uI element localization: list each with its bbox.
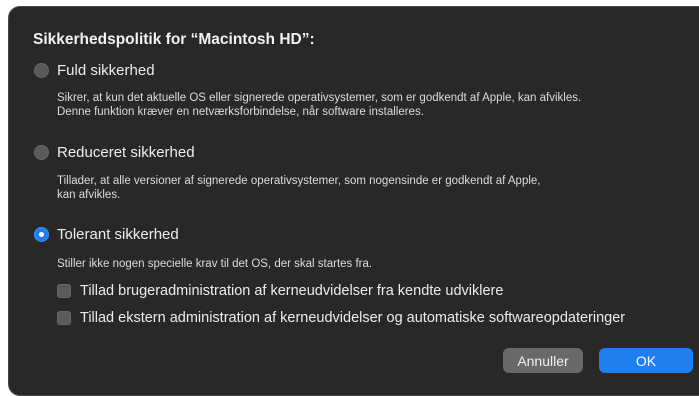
- full-security-description: Sikrer, at kun det aktuelle OS eller sig…: [57, 91, 581, 119]
- cancel-button[interactable]: Annuller: [503, 348, 583, 373]
- description-line: kan afvikles.: [57, 189, 121, 201]
- description-line: Sikrer, at kun det aktuelle OS eller sig…: [57, 92, 582, 104]
- description-line: Tillader, at alle versioner af signerede…: [57, 175, 541, 187]
- description-line: Stiller ikke nogen specielle krav til de…: [57, 258, 373, 270]
- checkbox-label: Tillad brugeradministration af kerneudvi…: [80, 283, 504, 299]
- radio-button-selected[interactable]: [34, 227, 49, 242]
- radio-permissive-security[interactable]: Tolerant sikkerhed: [34, 226, 179, 243]
- reduced-security-description: Tillader, at alle versioner af signerede…: [57, 174, 541, 202]
- checkbox[interactable]: [57, 284, 71, 298]
- checkbox-user-kext-management[interactable]: Tillad brugeradministration af kerneudvi…: [57, 283, 503, 299]
- security-policy-dialog: Sikkerhedspolitik for “Macintosh HD”: Fu…: [8, 6, 699, 396]
- radio-label: Tolerant sikkerhed: [57, 226, 179, 243]
- radio-button[interactable]: [34, 63, 49, 78]
- checkbox-remote-management[interactable]: Tillad ekstern administration af kerneud…: [57, 310, 625, 326]
- dialog-title: Sikkerhedspolitik for “Macintosh HD”:: [33, 31, 315, 48]
- radio-full-security[interactable]: Fuld sikkerhed: [34, 62, 155, 79]
- ok-button[interactable]: OK: [599, 348, 693, 373]
- checkbox[interactable]: [57, 311, 71, 325]
- radio-label: Reduceret sikkerhed: [57, 144, 195, 161]
- description-line: Denne funktion kræver en netværksforbind…: [57, 106, 424, 118]
- radio-label: Fuld sikkerhed: [57, 62, 155, 79]
- checkbox-label: Tillad ekstern administration af kerneud…: [80, 310, 626, 326]
- radio-reduced-security[interactable]: Reduceret sikkerhed: [34, 144, 195, 161]
- permissive-security-description: Stiller ikke nogen specielle krav til de…: [57, 257, 372, 271]
- radio-button[interactable]: [34, 145, 49, 160]
